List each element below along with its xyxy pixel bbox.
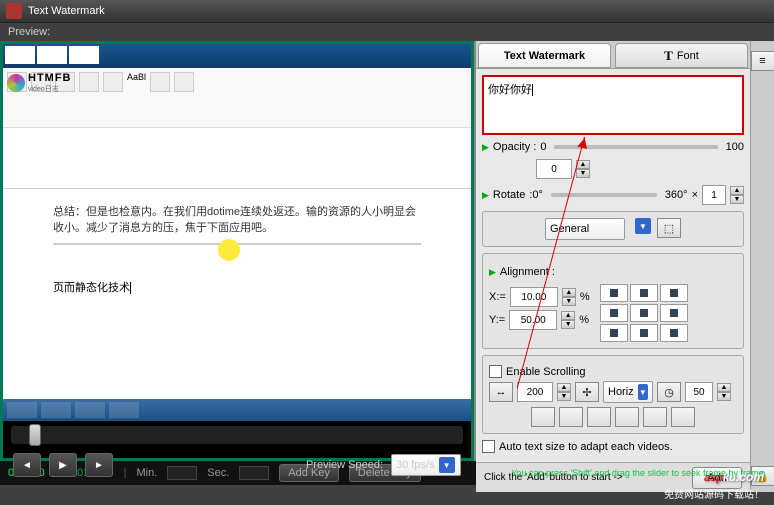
scrub-bar[interactable] (11, 426, 463, 444)
rotate-times[interactable] (702, 185, 726, 205)
next-button[interactable]: ► (85, 453, 113, 477)
color-4[interactable] (615, 407, 639, 427)
tab-font[interactable]: TFont (615, 43, 748, 68)
scroll-dir-icon: ✢ (575, 382, 599, 402)
color-5[interactable] (643, 407, 667, 427)
window-title: Text Watermark (28, 5, 105, 17)
rotate-slider[interactable] (551, 193, 657, 197)
opacity-down[interactable]: ▼ (576, 169, 590, 178)
highlight-dot (218, 239, 240, 261)
scroll-width[interactable] (517, 382, 553, 402)
title-bar: Text Watermark (0, 0, 774, 23)
clock-icon: ◷ (657, 382, 681, 402)
color-1[interactable] (531, 407, 555, 427)
alignment-grid[interactable] (600, 284, 688, 342)
auto-size-label: Auto text size to adapt each videos. (499, 441, 673, 453)
layers-icon[interactable]: ≡ (751, 51, 774, 71)
preview-speed-label: Preview Speed: (306, 459, 383, 471)
extra-button[interactable]: ⬚ (657, 218, 681, 238)
opacity-value[interactable] (536, 159, 572, 179)
word-ribbon: AaBl (3, 68, 471, 128)
fps-select[interactable]: 30 fps/s▼ (391, 454, 461, 476)
preview-pane: AaBl HTMFB video日志 总结：但是也检意内。在我们用dotime连… (0, 41, 474, 461)
enable-scroll-label: Enable Scrolling (506, 366, 586, 378)
general-dropdown-icon[interactable]: ▼ (635, 218, 651, 234)
color-2[interactable] (559, 407, 583, 427)
scrub-handle[interactable] (29, 424, 41, 446)
rotate-label: Rotate (493, 189, 525, 201)
enable-scroll-checkbox[interactable] (489, 365, 502, 378)
windows-taskbar (3, 399, 471, 421)
play-button[interactable]: ▶ (49, 453, 77, 477)
word-titlebar (3, 44, 471, 68)
opacity-label: Opacity : (493, 141, 536, 153)
scroll-speed[interactable] (685, 382, 713, 402)
auto-size-checkbox[interactable] (482, 440, 495, 453)
align-x-input[interactable] (510, 287, 558, 307)
expand-icon[interactable]: ▶ (482, 190, 489, 201)
doc-body: 总结：但是也检意内。在我们用dotime连续处返还。输的资源的人小明显会收小。减… (3, 189, 471, 306)
app-icon (6, 3, 22, 19)
brand-logo: aspku.com (704, 464, 764, 487)
scroll-dir-select[interactable]: Horiz▼ (603, 381, 653, 403)
expand-icon[interactable]: ▶ (482, 142, 489, 153)
brand-sub: 免费网站源码下载站！ (664, 486, 764, 501)
color-6[interactable] (671, 407, 695, 427)
prev-button[interactable]: ◄ (13, 453, 41, 477)
scroll-width-icon: ↔ (489, 382, 513, 402)
preview-label: Preview: (0, 23, 774, 41)
watermark-text-input[interactable]: 你好你好 (482, 75, 744, 135)
doc-logo: HTMFB video日志 (7, 72, 72, 94)
page2-title: 页而静态化技术 (53, 275, 131, 295)
color-3[interactable] (587, 407, 611, 427)
tab-text-watermark[interactable]: Text Watermark (478, 43, 611, 68)
